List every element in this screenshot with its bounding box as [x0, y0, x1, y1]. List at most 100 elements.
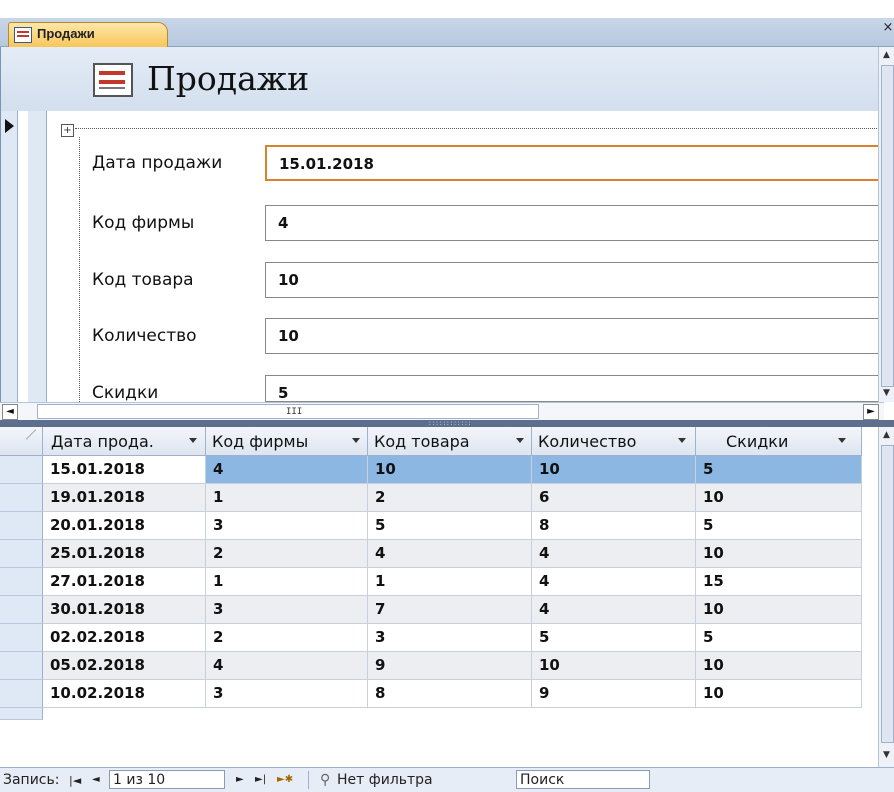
cell-sale-date[interactable]: 27.01.2018 [43, 568, 206, 596]
next-record-icon[interactable]: ► [236, 774, 244, 785]
sort-dropdown-icon[interactable] [838, 438, 846, 443]
select-all-corner[interactable] [0, 427, 43, 456]
quantity-field[interactable]: 10 [265, 318, 885, 354]
cell-quantity[interactable]: 4 [532, 596, 696, 624]
label-discount: Скидки [92, 383, 159, 403]
cell-product-code[interactable]: 3 [368, 624, 532, 652]
form-vertical-scrollbar[interactable]: ▲ ▼ [878, 47, 894, 402]
cell-firm-code[interactable]: 3 [206, 680, 368, 708]
row-selector[interactable] [0, 484, 43, 512]
cell-quantity[interactable]: 4 [532, 568, 696, 596]
discount-field[interactable]: 5 [265, 375, 885, 402]
cell-quantity[interactable]: 10 [532, 456, 696, 484]
cell-firm-code[interactable]: 2 [206, 540, 368, 568]
split-form-splitter[interactable]: :::::::::::: [0, 420, 894, 427]
layout-guide-left [79, 137, 80, 402]
row-selector[interactable] [0, 456, 43, 484]
form-scroll-thumb[interactable] [881, 65, 894, 387]
row-selector[interactable] [0, 596, 43, 624]
record-selector[interactable] [1, 111, 18, 402]
cell-firm-code[interactable]: 1 [206, 568, 368, 596]
close-icon[interactable]: × [882, 20, 894, 35]
cell-firm-code[interactable]: 4 [206, 652, 368, 680]
cell-discount[interactable]: 15 [696, 568, 862, 596]
row-selector[interactable] [0, 624, 43, 652]
datasheet-scroll-thumb[interactable] [881, 445, 894, 743]
filter-icon[interactable]: ⚲ [320, 772, 330, 788]
scroll-down-icon[interactable]: ▼ [879, 747, 894, 763]
scroll-left-icon[interactable]: ◄ [2, 404, 18, 420]
current-record-input[interactable]: 1 из 10 [109, 770, 225, 789]
cell-discount[interactable]: 5 [696, 624, 862, 652]
row-selector[interactable] [0, 568, 43, 596]
cell-sale-date[interactable]: 05.02.2018 [43, 652, 206, 680]
sort-dropdown-icon[interactable] [516, 438, 524, 443]
scroll-down-icon[interactable]: ▼ [879, 385, 894, 401]
cell-sale-date[interactable]: 02.02.2018 [43, 624, 206, 652]
cell-discount[interactable]: 10 [696, 540, 862, 568]
cell-quantity[interactable]: 6 [532, 484, 696, 512]
tab-prodazhi[interactable]: Продажи [8, 22, 168, 47]
cell-quantity[interactable]: 9 [532, 680, 696, 708]
sort-dropdown-icon[interactable] [352, 438, 360, 443]
cell-quantity[interactable]: 8 [532, 512, 696, 540]
row-selector[interactable] [0, 540, 43, 568]
label-firm-code: Код фирмы [92, 213, 195, 233]
layout-move-handle-icon[interactable]: + [61, 124, 74, 137]
cell-product-code[interactable]: 2 [368, 484, 532, 512]
cell-sale-date[interactable]: 10.02.2018 [43, 680, 206, 708]
sale-date-field[interactable]: 15.01.2018 [265, 145, 885, 181]
cell-discount[interactable]: 10 [696, 596, 862, 624]
scroll-up-icon[interactable]: ▲ [879, 427, 894, 443]
cell-quantity[interactable]: 10 [532, 652, 696, 680]
last-record-icon[interactable]: ►| [255, 774, 266, 785]
first-record-icon[interactable]: |◄ [69, 774, 81, 787]
datasheet-vertical-scrollbar[interactable]: ▲ ▼ [878, 427, 894, 767]
cell-sale-date[interactable]: 19.01.2018 [43, 484, 206, 512]
cell-sale-date[interactable]: 15.01.2018 [43, 456, 206, 484]
column-header-product-code[interactable]: Код товара [368, 427, 532, 456]
cell-quantity[interactable]: 4 [532, 540, 696, 568]
filter-status-button[interactable]: Нет фильтра [337, 772, 433, 788]
cell-sale-date[interactable]: 25.01.2018 [43, 540, 206, 568]
new-row-selector[interactable] [0, 708, 43, 720]
cell-discount[interactable]: 5 [696, 456, 862, 484]
form-horizontal-scrollbar[interactable]: ◄ III ► [0, 402, 884, 421]
cell-discount[interactable]: 10 [696, 484, 862, 512]
cell-sale-date[interactable]: 20.01.2018 [43, 512, 206, 540]
cell-sale-date[interactable]: 30.01.2018 [43, 596, 206, 624]
cell-product-code[interactable]: 8 [368, 680, 532, 708]
row-selector[interactable] [0, 680, 43, 708]
row-selector[interactable] [0, 652, 43, 680]
firm-code-field[interactable]: 4 [265, 205, 885, 241]
scroll-right-icon[interactable]: ► [863, 404, 879, 420]
cell-firm-code[interactable]: 2 [206, 624, 368, 652]
cell-product-code[interactable]: 4 [368, 540, 532, 568]
column-header-quantity[interactable]: Количество [532, 427, 696, 456]
cell-quantity[interactable]: 5 [532, 624, 696, 652]
cell-discount[interactable]: 10 [696, 652, 862, 680]
cell-firm-code[interactable]: 3 [206, 596, 368, 624]
new-record-icon[interactable]: ►✱ [277, 774, 293, 785]
cell-firm-code[interactable]: 4 [206, 456, 368, 484]
previous-record-icon[interactable]: ◄ [92, 774, 100, 785]
horizontal-scroll-thumb[interactable]: III [37, 404, 539, 419]
column-header-sale-date[interactable]: Дата прода. [43, 427, 206, 456]
sort-dropdown-icon[interactable] [189, 438, 197, 443]
cell-discount[interactable]: 10 [696, 680, 862, 708]
cell-product-code[interactable]: 1 [368, 568, 532, 596]
cell-discount[interactable]: 5 [696, 512, 862, 540]
cell-product-code[interactable]: 10 [368, 456, 532, 484]
cell-firm-code[interactable]: 3 [206, 512, 368, 540]
product-code-field[interactable]: 10 [265, 262, 885, 298]
cell-product-code[interactable]: 9 [368, 652, 532, 680]
column-header-discount[interactable]: Скидки [696, 427, 862, 456]
column-header-firm-code[interactable]: Код фирмы [206, 427, 368, 456]
search-input[interactable]: Поиск [516, 770, 650, 789]
cell-product-code[interactable]: 7 [368, 596, 532, 624]
cell-firm-code[interactable]: 1 [206, 484, 368, 512]
scroll-up-icon[interactable]: ▲ [879, 47, 894, 63]
sort-dropdown-icon[interactable] [678, 438, 686, 443]
row-selector[interactable] [0, 512, 43, 540]
cell-product-code[interactable]: 5 [368, 512, 532, 540]
